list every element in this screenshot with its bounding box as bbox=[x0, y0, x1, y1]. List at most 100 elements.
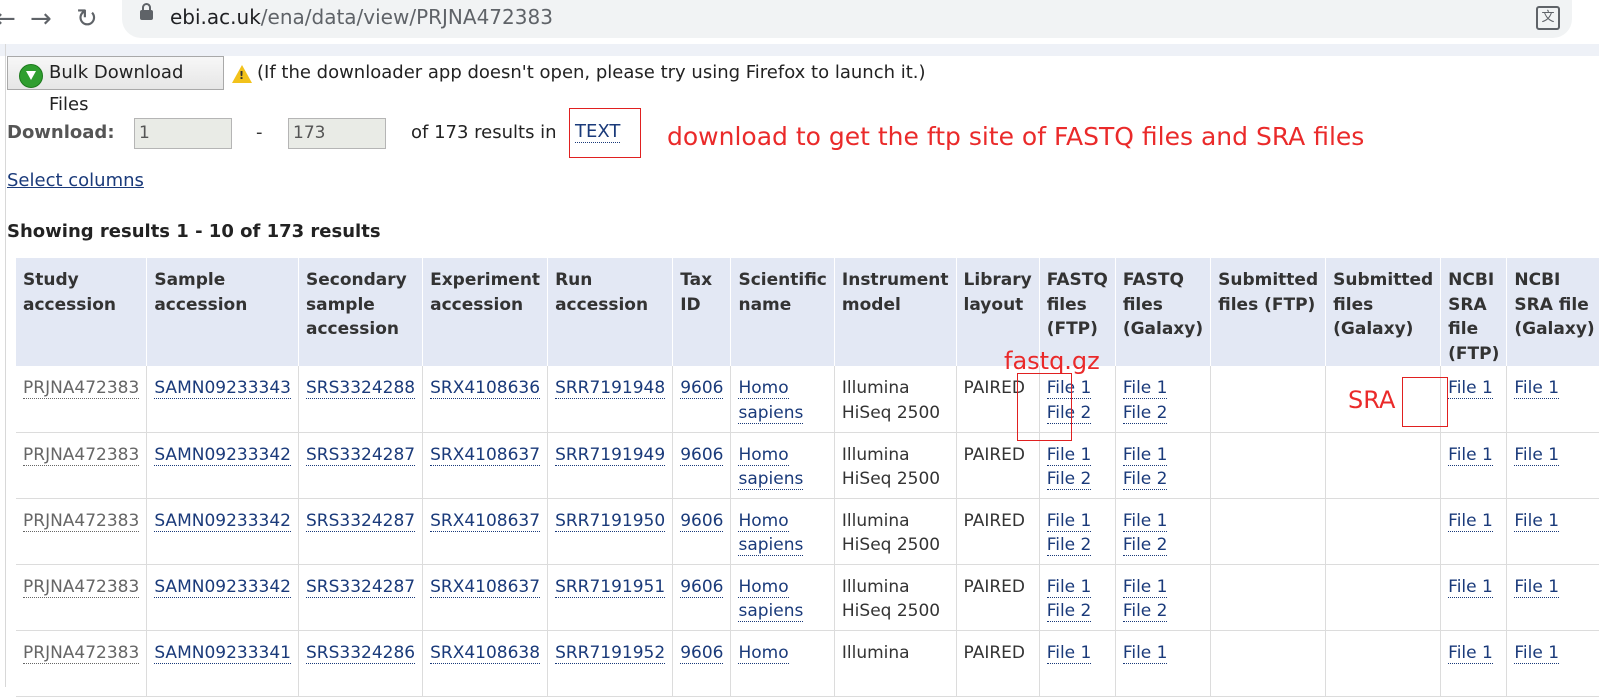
col-submitted-ftp[interactable]: Submitted files (FTP) bbox=[1210, 258, 1327, 366]
secondary-sample-link[interactable]: SRS3324287 bbox=[305, 576, 416, 598]
lock-icon bbox=[140, 3, 153, 20]
sra-galaxy-link[interactable]: File 1 bbox=[1514, 576, 1560, 598]
fastq-galaxy-file1-link[interactable]: File 1 bbox=[1122, 444, 1168, 466]
col-ncbi-sra-galaxy[interactable]: NCBI SRA file (Galaxy) bbox=[1506, 258, 1599, 366]
col-experiment-accession[interactable]: Experiment accession bbox=[422, 258, 549, 366]
col-instrument-model[interactable]: Instrument model bbox=[834, 258, 957, 366]
experiment-link[interactable]: SRX4108637 bbox=[430, 576, 541, 598]
fastq-galaxy-file2-link[interactable]: File 2 bbox=[1122, 535, 1168, 556]
submitted-ftp-cell bbox=[1210, 630, 1327, 697]
table-row: PRJNA472383 SAMN09233342 SRS3324287 SRX4… bbox=[16, 564, 1599, 631]
study-link[interactable]: PRJNA472383 bbox=[23, 510, 140, 532]
scientific-name-link[interactable]: Homo bbox=[738, 444, 789, 466]
fastq-ftp-file1-link[interactable]: File 1 bbox=[1046, 510, 1092, 532]
fastq-ftp-file2-link[interactable]: File 2 bbox=[1046, 469, 1092, 490]
fastq-galaxy-file1-link[interactable]: File 1 bbox=[1122, 378, 1168, 399]
forward-icon[interactable]: → bbox=[30, 4, 52, 34]
study-link[interactable]: PRJNA472383 bbox=[23, 576, 140, 598]
sra-ftp-link[interactable]: File 1 bbox=[1448, 378, 1493, 399]
sample-link[interactable]: SAMN09233342 bbox=[154, 510, 291, 532]
fastq-ftp-file1-link[interactable]: File 1 bbox=[1046, 576, 1092, 598]
col-tax-id[interactable]: Tax ID bbox=[672, 258, 732, 366]
col-ncbi-sra-ftp[interactable]: NCBI SRA file (FTP) bbox=[1440, 258, 1508, 366]
col-secondary-sample-accession[interactable]: Secondary sample accession bbox=[298, 258, 424, 366]
sample-link[interactable]: SAMN09233342 bbox=[154, 444, 291, 466]
tax-id-link[interactable]: 9606 bbox=[680, 576, 724, 598]
sra-galaxy-link[interactable]: File 1 bbox=[1514, 510, 1560, 532]
col-study-accession[interactable]: Study accession bbox=[16, 258, 148, 366]
scientific-name-link[interactable]: sapiens bbox=[738, 402, 804, 424]
submitted-ftp-cell bbox=[1210, 498, 1327, 565]
sra-ftp-link[interactable]: File 1 bbox=[1448, 576, 1493, 598]
fastq-ftp-file1-link[interactable]: File 1 bbox=[1046, 642, 1092, 664]
run-link[interactable]: SRR7191952 bbox=[555, 642, 666, 664]
translate-icon[interactable]: 文 bbox=[1536, 6, 1560, 30]
instrument-model: HiSeq 2500 bbox=[841, 535, 941, 555]
fastq-galaxy-file2-link[interactable]: File 2 bbox=[1122, 469, 1168, 490]
sra-galaxy-link[interactable]: File 1 bbox=[1514, 642, 1560, 664]
fastq-galaxy-file1-link[interactable]: File 1 bbox=[1122, 576, 1168, 598]
sample-link[interactable]: SAMN09233343 bbox=[154, 378, 291, 399]
scientific-name-link[interactable]: sapiens bbox=[738, 469, 804, 490]
run-link[interactable]: SRR7191951 bbox=[555, 576, 666, 598]
text-format-link[interactable]: TEXT bbox=[575, 122, 621, 143]
experiment-link[interactable]: SRX4108637 bbox=[430, 510, 541, 532]
sra-ftp-link[interactable]: File 1 bbox=[1448, 510, 1493, 532]
experiment-link[interactable]: SRX4108638 bbox=[430, 642, 541, 664]
scientific-name-link[interactable]: sapiens bbox=[738, 535, 804, 556]
results-table: Study accession Sample accession Seconda… bbox=[16, 258, 1599, 697]
tax-id-link[interactable]: 9606 bbox=[680, 510, 724, 532]
range-to-input[interactable]: 173 bbox=[288, 118, 386, 149]
scientific-name-link[interactable]: Homo bbox=[738, 510, 789, 532]
fastq-galaxy-file2-link[interactable]: File 2 bbox=[1122, 402, 1168, 424]
sra-galaxy-link[interactable]: File 1 bbox=[1514, 378, 1560, 399]
col-scientific-name[interactable]: Scientific name bbox=[730, 258, 835, 366]
bulk-download-button[interactable]: Bulk Download Files bbox=[7, 56, 224, 115]
sample-link[interactable]: SAMN09233342 bbox=[154, 576, 291, 598]
col-sample-accession[interactable]: Sample accession bbox=[146, 258, 299, 366]
secondary-sample-link[interactable]: SRS3324287 bbox=[305, 510, 416, 532]
fastq-ftp-file2-link[interactable]: File 2 bbox=[1046, 601, 1092, 622]
run-link[interactable]: SRR7191950 bbox=[555, 510, 666, 532]
instrument-model: HiSeq 2500 bbox=[841, 469, 941, 489]
reload-icon[interactable]: ↻ bbox=[76, 4, 98, 34]
col-fastq-galaxy[interactable]: FASTQ files (Galaxy) bbox=[1115, 258, 1212, 366]
fastq-galaxy-file2-link[interactable]: File 2 bbox=[1122, 601, 1168, 622]
sample-link[interactable]: SAMN09233341 bbox=[154, 642, 291, 664]
study-link[interactable]: PRJNA472383 bbox=[23, 444, 140, 466]
table-row: PRJNA472383 SAMN09233341 SRS3324286 SRX4… bbox=[16, 630, 1599, 697]
back-icon[interactable]: ← bbox=[0, 4, 16, 34]
fastq-ftp-file2-link[interactable]: File 2 bbox=[1046, 535, 1092, 556]
sra-galaxy-link[interactable]: File 1 bbox=[1514, 444, 1560, 466]
secondary-sample-link[interactable]: SRS3324288 bbox=[305, 378, 416, 399]
study-link[interactable]: PRJNA472383 bbox=[23, 378, 140, 399]
secondary-sample-link[interactable]: SRS3324287 bbox=[305, 444, 416, 466]
sra-ftp-link[interactable]: File 1 bbox=[1448, 444, 1493, 466]
fastq-galaxy-file1-link[interactable]: File 1 bbox=[1122, 642, 1168, 664]
col-run-accession[interactable]: Run accession bbox=[547, 258, 674, 366]
experiment-link[interactable]: SRX4108636 bbox=[430, 378, 541, 399]
scientific-name-link[interactable]: Homo bbox=[738, 642, 789, 664]
tax-id-link[interactable]: 9606 bbox=[680, 378, 724, 399]
experiment-link[interactable]: SRX4108637 bbox=[430, 444, 541, 466]
sra-ftp-link[interactable]: File 1 bbox=[1448, 642, 1493, 664]
url-text[interactable]: ebi.ac.uk/ena/data/view/PRJNA472383 bbox=[170, 5, 553, 29]
run-link[interactable]: SRR7191949 bbox=[555, 444, 666, 466]
library-layout: PAIRED bbox=[963, 444, 1025, 465]
tax-id-link[interactable]: 9606 bbox=[680, 444, 724, 466]
fastq-ftp-file1-link[interactable]: File 1 bbox=[1046, 444, 1092, 466]
run-link[interactable]: SRR7191948 bbox=[555, 378, 666, 399]
submitted-ftp-cell bbox=[1210, 366, 1327, 433]
fastq-galaxy-file1-link[interactable]: File 1 bbox=[1122, 510, 1168, 532]
library-layout: PAIRED bbox=[963, 642, 1025, 663]
scientific-name-link[interactable]: sapiens bbox=[738, 601, 804, 622]
scientific-name-link[interactable]: Homo bbox=[738, 576, 789, 598]
tax-id-link[interactable]: 9606 bbox=[680, 642, 724, 664]
results-count-text: of 173 results in bbox=[411, 122, 557, 143]
secondary-sample-link[interactable]: SRS3324286 bbox=[305, 642, 416, 664]
col-submitted-galaxy[interactable]: Submitted files (Galaxy) bbox=[1325, 258, 1442, 366]
range-from-input[interactable]: 1 bbox=[134, 118, 232, 149]
study-link[interactable]: PRJNA472383 bbox=[23, 642, 140, 664]
scientific-name-link[interactable]: Homo bbox=[738, 378, 789, 399]
select-columns-link[interactable]: Select columns bbox=[7, 170, 144, 191]
